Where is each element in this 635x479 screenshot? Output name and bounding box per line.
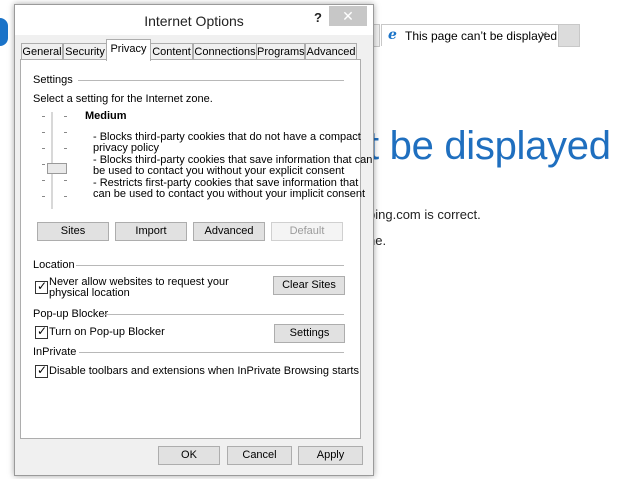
slider-tick [42, 148, 45, 149]
ie-logo-icon: e [388, 27, 397, 43]
group-divider [78, 80, 344, 81]
group-divider [79, 352, 344, 353]
error-text-line: bing.com is correct. [368, 207, 481, 222]
browser-logo-fragment [0, 18, 8, 46]
popup-blocker-label: Turn on Pop-up Blocker [49, 326, 165, 338]
browser-tab-active[interactable]: e This page can’t be displayed × [381, 24, 560, 46]
close-tab-icon[interactable]: × [540, 27, 548, 42]
internet-options-dialog: Internet Options ? ✕ General Security Pr… [14, 4, 374, 476]
location-group-label: Location [33, 259, 75, 271]
slider-thumb[interactable] [47, 163, 67, 174]
close-button[interactable]: ✕ [329, 6, 367, 26]
slider-tick [64, 132, 67, 133]
tab-general[interactable]: General [21, 43, 63, 60]
settings-instruction: Select a setting for the Internet zone. [33, 93, 213, 105]
sites-button[interactable]: Sites [37, 222, 109, 241]
popup-blocker-checkbox[interactable]: ✓ [35, 324, 48, 339]
checkmark-icon: ✓ [37, 324, 48, 338]
location-checkbox-label: physical location [49, 287, 130, 299]
error-headline: t be displayed [368, 124, 611, 168]
help-button[interactable]: ? [311, 9, 325, 27]
import-button[interactable]: Import [115, 222, 187, 241]
slider-tick [42, 116, 45, 117]
inprivate-checkbox[interactable]: ✓ [35, 363, 48, 378]
tab-programs[interactable]: Programs [256, 43, 305, 60]
group-divider [104, 314, 344, 315]
tab-connections[interactable]: Connections [193, 43, 257, 60]
settings-group-label: Settings [33, 74, 73, 86]
privacy-tab-page: Settings Select a setting for the Intern… [20, 59, 372, 439]
new-tab-button[interactable] [558, 24, 580, 47]
popup-settings-button[interactable]: Settings [274, 324, 345, 343]
slider-tick [64, 116, 67, 117]
default-button[interactable]: Default [271, 222, 343, 241]
tab-security[interactable]: Security [63, 43, 107, 60]
privacy-description-line: privacy policy [93, 142, 160, 154]
privacy-description-line: be used to contact you without your expl… [93, 165, 345, 177]
tab-content[interactable]: Content [150, 43, 193, 60]
slider-track[interactable] [51, 112, 53, 209]
slider-tick [64, 196, 67, 197]
cancel-button[interactable]: Cancel [227, 446, 292, 465]
privacy-level-label: Medium [85, 110, 127, 122]
location-checkbox[interactable]: ✓ [35, 279, 48, 294]
group-divider [76, 265, 344, 266]
privacy-description-line: can be used to contact you without your … [93, 188, 366, 200]
browser-tab-title: This page can’t be displayed [405, 29, 558, 43]
slider-tick [42, 132, 45, 133]
ok-button[interactable]: OK [158, 446, 220, 465]
inprivate-checkbox-label: Disable toolbars and extensions when InP… [49, 365, 359, 377]
clear-sites-button[interactable]: Clear Sites [273, 276, 345, 295]
slider-tick [42, 180, 45, 181]
dialog-titlebar[interactable]: Internet Options ? ✕ [15, 5, 373, 35]
slider-tick [64, 180, 67, 181]
advanced-button[interactable]: Advanced [193, 222, 265, 241]
tab-advanced[interactable]: Advanced [305, 43, 357, 60]
slider-tick [42, 164, 45, 165]
apply-button[interactable]: Apply [298, 446, 363, 465]
slider-tick [42, 196, 45, 197]
tab-privacy[interactable]: Privacy [106, 39, 151, 61]
slider-tick [64, 148, 67, 149]
checkmark-icon: ✓ [37, 279, 48, 293]
popup-group-label: Pop-up Blocker [33, 308, 109, 320]
checkmark-icon: ✓ [37, 363, 48, 377]
inprivate-group-label: InPrivate [33, 346, 77, 358]
